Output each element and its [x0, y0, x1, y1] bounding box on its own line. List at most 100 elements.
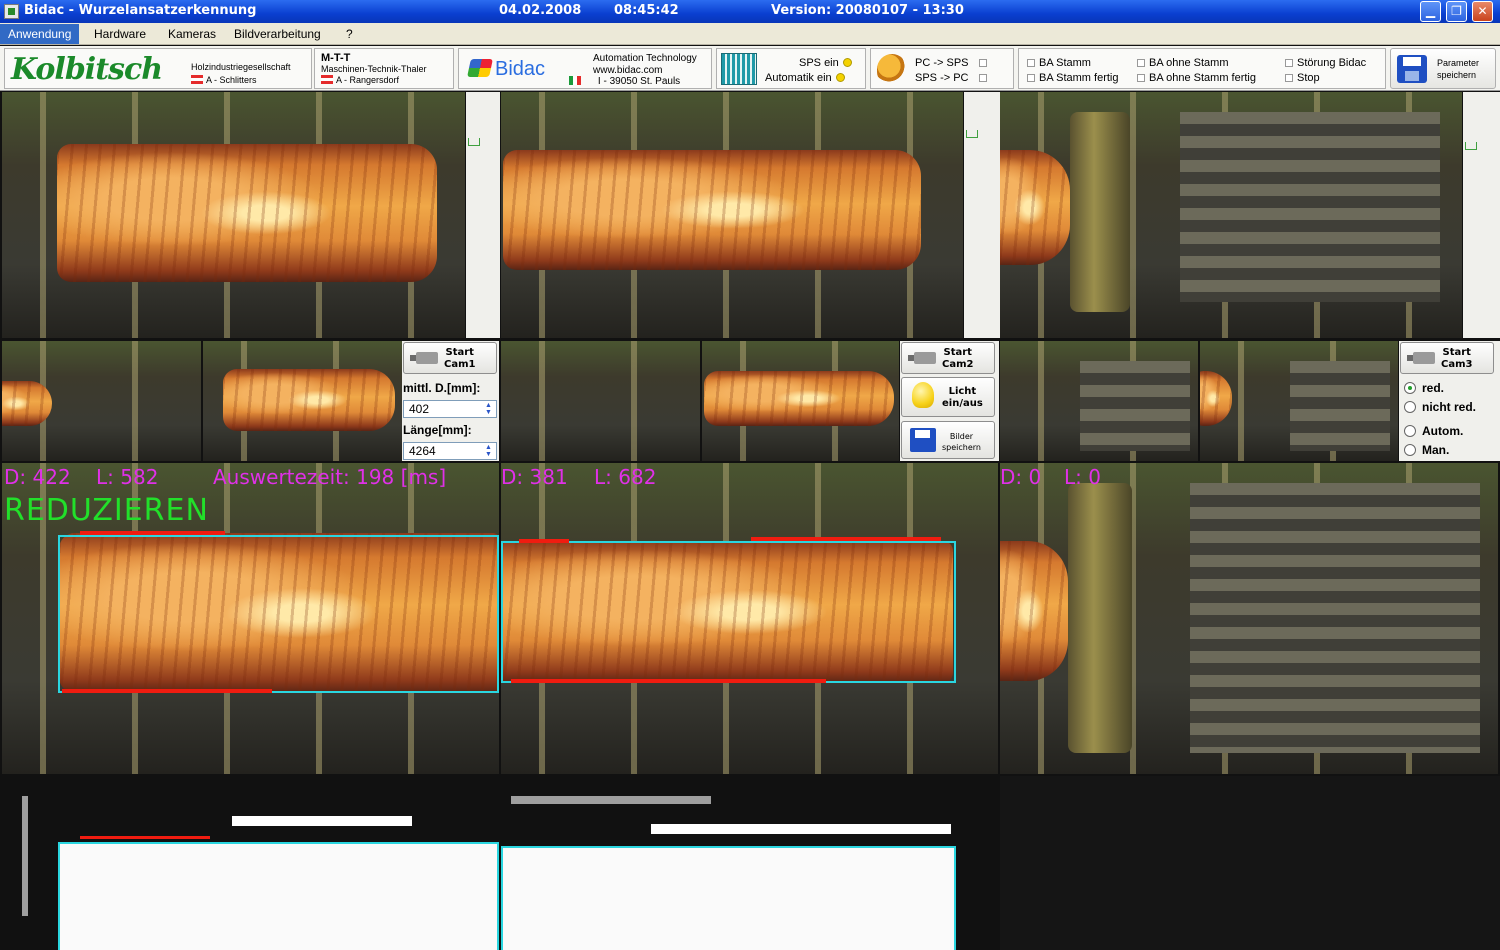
cam2-bounding-box — [501, 541, 956, 683]
log-image — [1000, 150, 1070, 265]
save-disk-icon — [1397, 55, 1427, 83]
ba-stamm-checkbox — [1027, 59, 1035, 67]
mtt-line2: Maschinen-Technik-Thaler — [321, 64, 427, 74]
kolbitsch-box: Kolbitsch Holzindustriegesellschaft A - … — [4, 48, 312, 89]
radio-red-label: red. — [1422, 381, 1445, 395]
start-cam3-label: Start Cam3 — [1441, 347, 1473, 370]
radio-man-label: Man. — [1422, 443, 1450, 457]
maximize-button[interactable]: ❐ — [1446, 1, 1467, 22]
mtt-box: M-T-T Maschinen-Technik-Thaler A - Range… — [314, 48, 454, 89]
mtt-line3-wrap: A - Rangersdorf — [321, 75, 399, 85]
binary-noise — [22, 796, 28, 916]
ba-ohne-stamm-fertig-row: BA ohne Stamm fertig — [1133, 72, 1256, 84]
austria-flag-icon — [321, 75, 333, 84]
bidac-line3-wrap: I - 39050 St. Pauls — [569, 76, 680, 87]
stoerung-label: Störung Bidac — [1297, 57, 1367, 69]
ba-ohne-stamm-checkbox — [1137, 59, 1145, 67]
diameter-value: 402 — [409, 402, 430, 416]
cam1-binary-view — [2, 776, 499, 950]
radio-man-option[interactable]: Man. — [1404, 443, 1449, 457]
machine-part — [1068, 483, 1132, 753]
bidac-line3: I - 39050 St. Pauls — [597, 76, 681, 87]
comm-box: PC -> SPS SPS -> PC — [870, 48, 1014, 89]
diameter-spinner[interactable]: 402 ▲ ▼ — [403, 400, 497, 418]
cam2-thumb-2 — [702, 341, 899, 461]
minimize-button[interactable]: ▁ — [1420, 1, 1441, 22]
bidac-logo-wrap: Bidac — [467, 58, 545, 81]
menu-help[interactable]: ? — [340, 26, 359, 42]
window-version: Version: 20080107 - 13:30 — [771, 3, 964, 18]
cam3-length-readout: L: 0 — [1064, 465, 1101, 489]
cam1-diameter-readout: D: 422 — [4, 465, 71, 489]
close-button[interactable]: ✕ — [1472, 1, 1493, 22]
stop-row: Stop — [1281, 72, 1320, 84]
cam3-threshold-slider[interactable] — [1463, 92, 1477, 338]
start-cam1-button[interactable]: Start Cam1 — [403, 342, 497, 374]
diameter-label: mittl. D.[mm]: — [403, 381, 481, 395]
plc-icon — [721, 53, 757, 85]
menu-hardware[interactable]: Hardware — [88, 26, 152, 42]
length-spinner[interactable]: 4264 ▲ ▼ — [403, 442, 497, 460]
kolbitsch-line1: Holzindustriegesellschaft — [191, 62, 291, 72]
sps-box: SPS ein Automatik ein — [716, 48, 866, 89]
cam3-diameter-readout: D: 0 — [1000, 465, 1042, 489]
stoerung-row: Störung Bidac — [1281, 57, 1366, 69]
slider-thumb[interactable] — [966, 130, 978, 138]
radio-autom-option[interactable]: Autom. — [1404, 424, 1463, 438]
menu-anwendung[interactable]: Anwendung — [0, 24, 80, 44]
stoerung-checkbox — [1285, 59, 1293, 67]
save-images-button[interactable]: Bilder speichern — [901, 421, 995, 459]
radio-red-option[interactable]: red. — [1404, 381, 1444, 395]
stop-checkbox — [1285, 74, 1293, 82]
cam1-defect-line — [80, 531, 225, 535]
ba-ohne-stamm-row: BA ohne Stamm — [1133, 57, 1229, 69]
radio-nicht-red-option[interactable]: nicht red. — [1404, 400, 1476, 414]
floppy-disk-icon — [910, 428, 936, 452]
start-cam3-button[interactable]: Start Cam3 — [1400, 342, 1494, 374]
cam1-binary-defect-line — [80, 836, 210, 839]
binary-noise — [511, 796, 711, 804]
radio-autom-button[interactable] — [1404, 425, 1416, 437]
radio-nicht-red-button[interactable] — [1404, 401, 1416, 413]
length-value: 4264 — [409, 444, 436, 458]
cam2-binary-view — [501, 776, 998, 950]
machine-part — [1070, 112, 1130, 312]
menu-kameras[interactable]: Kameras — [162, 26, 222, 42]
kolbitsch-line2: A - Schlitters — [206, 75, 257, 85]
cam1-decision: REDUZIEREN — [4, 493, 209, 528]
log-image — [2, 381, 52, 426]
light-bulb-icon — [912, 382, 934, 408]
cam2-diameter-readout: D: 381 — [501, 465, 568, 489]
spin-arrows-icon[interactable]: ▲ ▼ — [484, 402, 493, 416]
stop-label: Stop — [1297, 72, 1320, 84]
ba-ohne-stamm-label: BA ohne Stamm — [1149, 57, 1229, 69]
status-box: BA Stamm BA ohne Stamm Störung Bidac BA … — [1018, 48, 1386, 89]
ba-stamm-fertig-row: BA Stamm fertig — [1023, 72, 1118, 84]
save-params-button[interactable]: Parameter speichern — [1390, 48, 1496, 89]
light-toggle-button[interactable]: Licht ein/aus — [901, 377, 995, 417]
bidac-line2: www.bidac.com — [593, 65, 663, 76]
cam2-binary-bbox — [501, 846, 956, 950]
spin-arrows-icon[interactable]: ▲ ▼ — [484, 444, 493, 458]
cam1-side-spacer — [480, 92, 500, 338]
radio-nicht-red-label: nicht red. — [1422, 400, 1477, 414]
cam2-defect-line — [519, 539, 569, 543]
length-label: Länge[mm]: — [403, 423, 472, 437]
sps-pc-row: SPS -> PC — [915, 72, 991, 84]
cam1-eval-time: Auswertezeit: 198 [ms] — [213, 465, 447, 489]
cam3-binary-view-empty — [1000, 776, 1500, 950]
save-params-line1: Parameter — [1437, 58, 1480, 68]
radio-red-button[interactable] — [1404, 382, 1416, 394]
slider-thumb[interactable] — [1465, 142, 1477, 150]
menu-bar: Anwendung Hardware Kameras Bildverarbeit… — [0, 23, 1500, 45]
start-cam2-button[interactable]: Start Cam2 — [901, 342, 995, 374]
slider-thumb[interactable] — [468, 138, 480, 146]
window-time: 08:45:42 — [614, 3, 679, 18]
menu-bildverarbeitung[interactable]: Bildverarbeitung — [228, 26, 327, 42]
start-cam1-label: Start Cam1 — [444, 347, 476, 370]
binary-noise — [232, 816, 412, 826]
sps-to-pc-checkbox — [978, 74, 987, 82]
cam1-threshold-slider[interactable] — [466, 92, 480, 338]
cam2-threshold-slider[interactable] — [964, 92, 978, 338]
radio-man-button[interactable] — [1404, 444, 1416, 456]
